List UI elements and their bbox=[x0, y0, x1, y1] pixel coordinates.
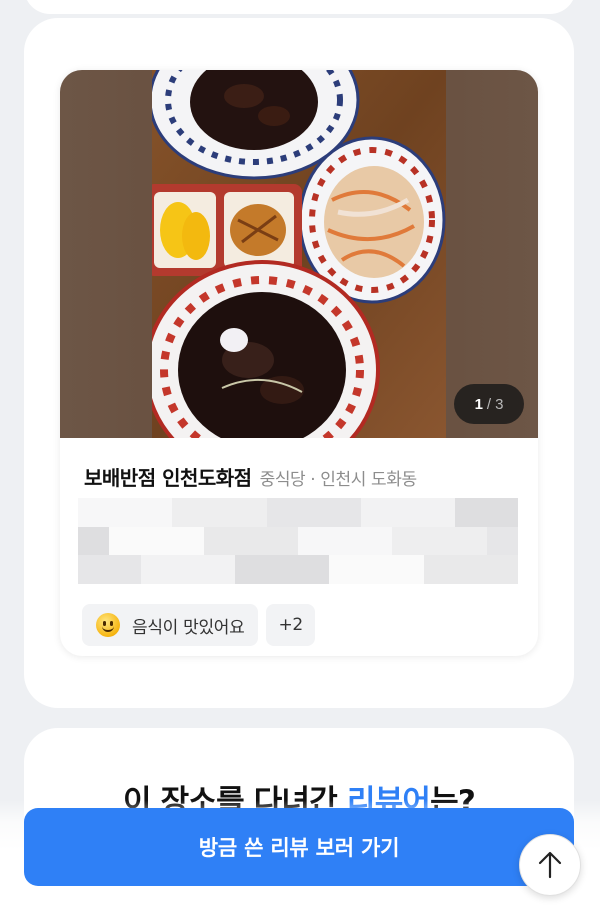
keyword-chip-label: 음식이 맛있어요 bbox=[132, 617, 245, 638]
blur-tile bbox=[423, 498, 456, 527]
photo-counter-current: 1 bbox=[474, 395, 483, 413]
place-name[interactable]: 보배반점 인천도화점 bbox=[84, 462, 252, 491]
blur-tile bbox=[203, 498, 236, 527]
blurred-review-text bbox=[78, 498, 518, 584]
review-card[interactable]: 1 / 3 보배반점 인천도화점 중식당 · 인천시 도화동 음식이 맛있어요 … bbox=[60, 70, 538, 656]
blur-tile bbox=[392, 526, 424, 556]
blur-tile bbox=[423, 526, 456, 556]
more-keywords-chip[interactable]: +2 bbox=[266, 604, 315, 646]
blur-tile bbox=[455, 555, 487, 584]
blur-tile bbox=[172, 498, 204, 527]
blur-tile bbox=[235, 555, 267, 584]
blur-tile bbox=[486, 498, 518, 527]
photo-counter: 1 / 3 bbox=[454, 384, 524, 424]
blur-tile bbox=[78, 526, 110, 556]
blur-tile bbox=[78, 498, 110, 527]
blur-tile bbox=[109, 498, 141, 527]
scroll-to-top-button[interactable] bbox=[519, 834, 581, 896]
blur-tile bbox=[140, 498, 173, 527]
blur-tile bbox=[392, 555, 424, 584]
blur-tile bbox=[235, 498, 267, 527]
review-photo bbox=[152, 70, 446, 438]
place-category-location: 중식당 · 인천시 도화동 bbox=[259, 470, 418, 490]
blur-tile bbox=[298, 526, 330, 556]
blur-tile bbox=[172, 555, 204, 584]
smiling-face-icon bbox=[96, 613, 120, 637]
blur-tile bbox=[392, 498, 424, 527]
keyword-chips: 음식이 맛있어요 +2 bbox=[82, 604, 315, 646]
more-keywords-count: +2 bbox=[278, 615, 303, 635]
blur-tile bbox=[486, 526, 518, 556]
blur-tile bbox=[266, 498, 298, 527]
blur-tile bbox=[172, 526, 204, 556]
blur-tile bbox=[109, 555, 141, 584]
blur-tile bbox=[455, 498, 487, 527]
blur-tile bbox=[266, 526, 298, 556]
photo-counter-separator: / bbox=[486, 395, 492, 413]
review-section-card: 1 / 3 보배반점 인천도화점 중식당 · 인천시 도화동 음식이 맛있어요 … bbox=[24, 18, 574, 708]
blur-tile bbox=[298, 555, 330, 584]
keyword-chip[interactable]: 음식이 맛있어요 bbox=[82, 604, 259, 646]
photo-counter-total: 3 bbox=[495, 395, 504, 413]
blur-tile bbox=[455, 526, 487, 556]
blur-tile bbox=[298, 498, 330, 527]
food-photo-image bbox=[152, 70, 446, 438]
blur-tile bbox=[360, 498, 393, 527]
review-photo-carousel[interactable]: 1 / 3 bbox=[60, 70, 538, 438]
arrow-up-icon bbox=[538, 851, 562, 879]
blur-tile bbox=[266, 555, 298, 584]
previous-card-edge bbox=[24, 0, 576, 14]
blur-tile bbox=[203, 555, 236, 584]
blur-tile bbox=[329, 498, 361, 527]
place-info[interactable]: 보배반점 인천도화점 중식당 · 인천시 도화동 bbox=[84, 462, 528, 491]
blur-tile bbox=[109, 526, 141, 556]
blur-tile bbox=[360, 526, 393, 556]
blur-tile bbox=[140, 526, 173, 556]
blur-tile bbox=[203, 526, 236, 556]
blur-tile bbox=[423, 555, 456, 584]
blur-tile bbox=[78, 555, 110, 584]
blur-tile bbox=[486, 555, 518, 584]
blur-tile bbox=[235, 526, 267, 556]
blur-tile bbox=[140, 555, 173, 584]
blur-tile bbox=[329, 526, 361, 556]
blur-tile bbox=[360, 555, 393, 584]
view-recent-review-button[interactable]: 방금 쓴 리뷰 보러 가기 bbox=[24, 808, 574, 886]
blur-tile bbox=[329, 555, 361, 584]
